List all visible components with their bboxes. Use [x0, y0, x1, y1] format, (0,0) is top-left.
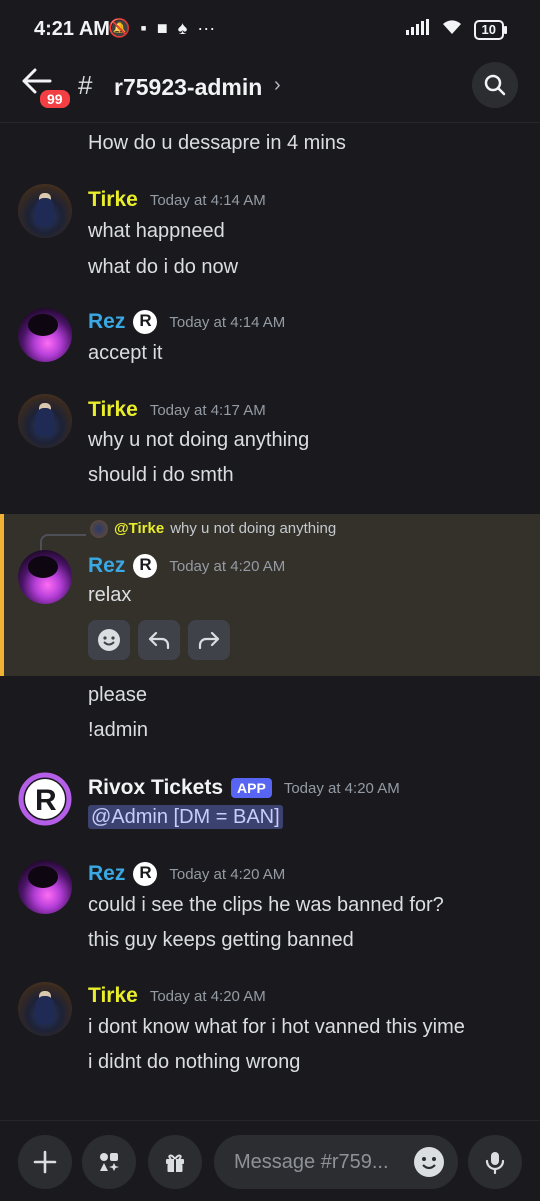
rivox-logo-icon: R	[18, 772, 72, 826]
status-time: 4:21 AM	[34, 18, 110, 40]
chevron-right-icon[interactable]: ›	[274, 74, 281, 97]
message-text: @Admin [DM = BAN]	[88, 805, 283, 829]
message-text: accept it	[88, 342, 163, 364]
message-header: Tirke Today at 4:14 AM	[88, 188, 266, 212]
silent-icon: 🔕	[108, 18, 131, 38]
app-tag: APP	[231, 778, 272, 798]
reply-text: why u not doing anything	[170, 520, 337, 537]
username-rez[interactable]: Rez	[88, 554, 125, 578]
add-attachment-button[interactable]	[18, 1135, 72, 1189]
username-tirke[interactable]: Tirke	[88, 398, 138, 422]
message-text: please	[88, 684, 147, 706]
message-header: Tirke Today at 4:17 AM	[88, 398, 266, 422]
message-header: Rez R Today at 4:20 AM	[88, 862, 285, 886]
unread-badge: 99	[38, 88, 72, 110]
composer-bar: Message #r759...	[0, 1120, 540, 1201]
avatar-rivox-tickets[interactable]: R	[18, 772, 72, 826]
message-input[interactable]: Message #r759...	[214, 1135, 458, 1189]
timestamp: Today at 4:20 AM	[169, 557, 286, 575]
message-list[interactable]: How do u dessapre in 4 mins Tirke Today …	[0, 124, 540, 1120]
signal-icon	[405, 19, 430, 40]
reply-button[interactable]	[138, 620, 180, 660]
reply-avatar-tirke	[90, 520, 108, 538]
message-text: should i do smth	[88, 464, 234, 486]
more-notifications: ···	[197, 18, 216, 38]
timestamp: Today at 4:20 AM	[149, 987, 266, 1005]
message-header: Rez R Today at 4:20 AM	[88, 554, 285, 578]
message-text: i didnt do nothing wrong	[88, 1051, 301, 1073]
gift-button[interactable]	[148, 1135, 202, 1189]
message-text: !admin	[88, 719, 149, 741]
message-header: Rez R Today at 4:14 AM	[88, 310, 285, 334]
username-tirke[interactable]: Tirke	[88, 984, 138, 1008]
username-rez[interactable]: Rez	[88, 862, 125, 886]
wifi-icon	[440, 18, 464, 41]
status-notification-icons: 🔕 ▪ ■ ♠ ···	[108, 18, 215, 39]
emoji-picker-icon[interactable]	[414, 1147, 444, 1177]
voice-message-button[interactable]	[468, 1135, 522, 1189]
reply-preview[interactable]: @Tirke why u not doing anything	[114, 520, 336, 537]
avatar-rez[interactable]	[18, 550, 72, 604]
rivox-badge-icon: R	[133, 554, 158, 578]
reply-icon	[148, 631, 170, 650]
message-header: Rivox Tickets APP Today at 4:20 AM	[88, 776, 400, 800]
avatar-rez[interactable]	[18, 860, 72, 914]
apps-button[interactable]	[82, 1135, 136, 1189]
message-placeholder: Message #r759...	[234, 1151, 389, 1173]
apps-icon	[100, 1153, 119, 1171]
timestamp: Today at 4:14 AM	[149, 191, 266, 209]
message-text: could i see the clips he was banned for?	[88, 894, 444, 916]
channel-name[interactable]: r75923-admin	[114, 74, 262, 101]
message-actions	[88, 620, 230, 660]
message-text: what do i do now	[88, 256, 239, 278]
message-text: why u not doing anything	[88, 429, 310, 451]
search-button[interactable]	[472, 62, 518, 108]
rivox-badge-icon: R	[133, 862, 158, 886]
avatar-tirke[interactable]	[18, 184, 72, 238]
emoji-icon	[98, 629, 120, 651]
timestamp: Today at 4:20 AM	[169, 865, 286, 883]
username-rivox-tickets[interactable]: Rivox Tickets	[88, 776, 223, 800]
rivox-badge-icon: R	[133, 310, 158, 334]
status-bar: 4:21 AM 🔕 ▪ ■ ♠ ··· 10	[0, 0, 540, 60]
timestamp: Today at 4:17 AM	[149, 401, 266, 419]
message-text: this guy keeps getting banned	[88, 929, 354, 951]
reply-author: @Tirke	[114, 520, 165, 537]
gift-icon	[166, 1154, 184, 1172]
message-header: Tirke Today at 4:20 AM	[88, 984, 266, 1008]
forward-button[interactable]	[188, 620, 230, 660]
forward-icon	[198, 631, 220, 650]
username-rez[interactable]: Rez	[88, 310, 125, 334]
microphone-icon	[485, 1152, 505, 1174]
snapchat-icon: ♠	[177, 18, 188, 38]
add-reaction-button[interactable]	[88, 620, 130, 660]
timestamp: Today at 4:20 AM	[283, 779, 400, 797]
avatar-tirke[interactable]	[18, 982, 72, 1036]
avatar-tirke[interactable]	[18, 394, 72, 448]
avatar-rez[interactable]	[18, 308, 72, 362]
svg-text:R: R	[35, 784, 57, 817]
username-tirke[interactable]: Tirke	[88, 188, 138, 212]
battery-saver-icon: ▪	[140, 18, 147, 38]
channel-header: 99 # r75923-admin ›	[0, 58, 540, 123]
channel-hash-icon: #	[78, 70, 93, 100]
message-text: what happneed	[88, 220, 225, 242]
message-text: relax	[88, 584, 132, 606]
role-mention[interactable]: @Admin [DM = BAN]	[88, 805, 283, 829]
timestamp: Today at 4:14 AM	[169, 313, 286, 331]
battery-icon: 10	[473, 19, 508, 40]
status-right: 10	[405, 18, 508, 41]
plus-icon	[33, 1150, 57, 1174]
message-text: i dont know what for i hot vanned this y…	[88, 1016, 465, 1038]
app-icon: ■	[156, 18, 168, 38]
search-icon	[484, 74, 506, 96]
message-text: How do u dessapre in 4 mins	[88, 132, 346, 154]
